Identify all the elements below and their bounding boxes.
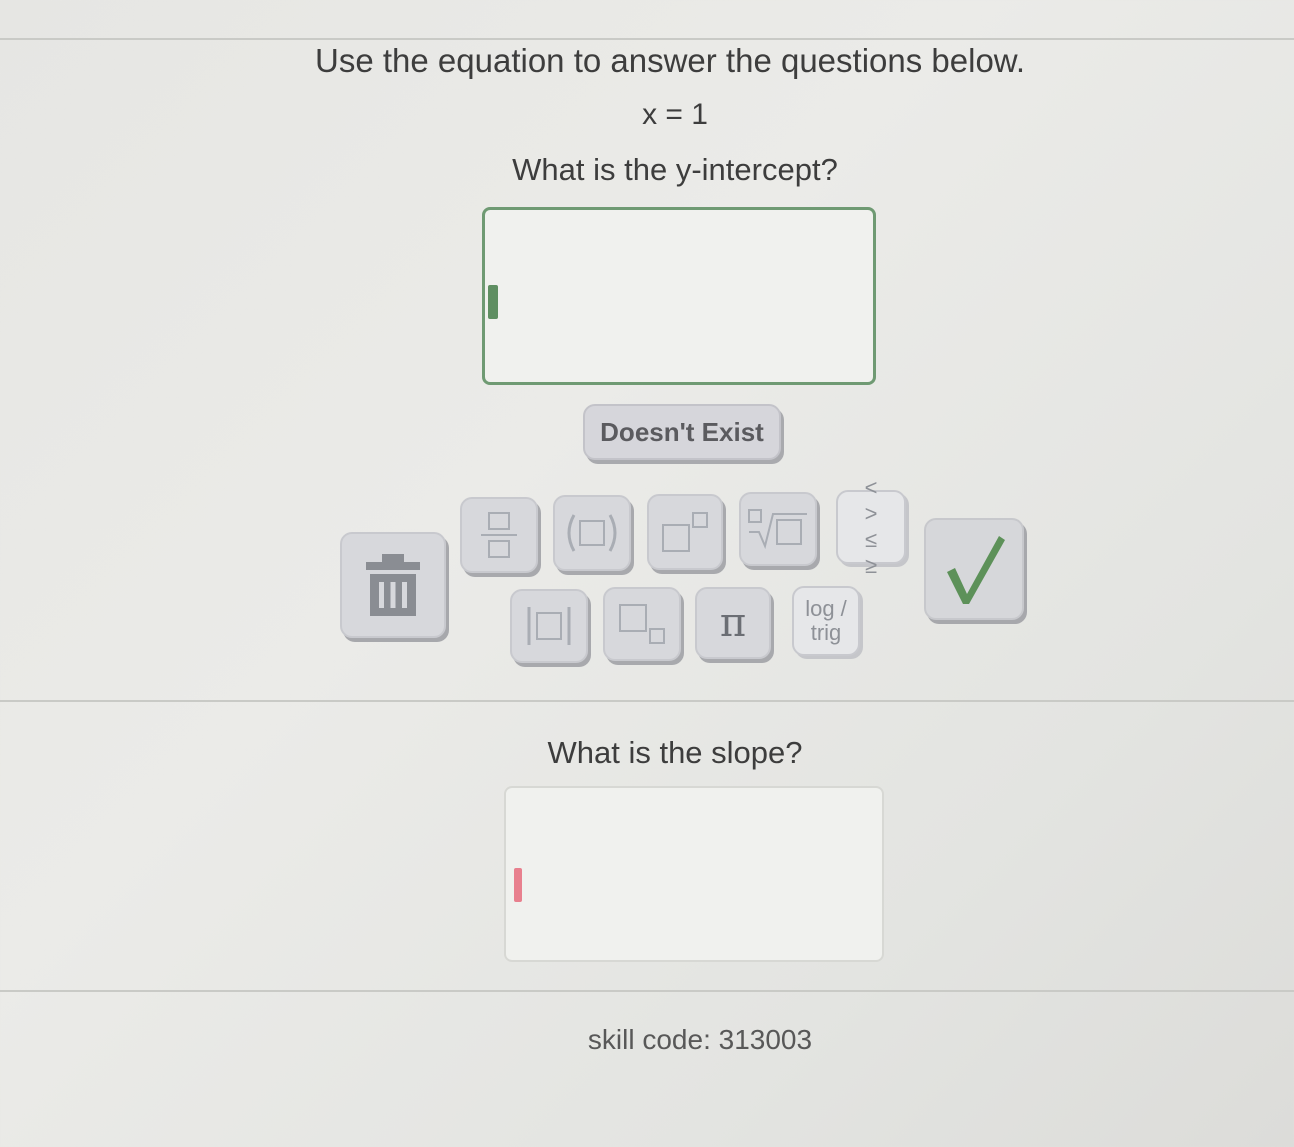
bottom-divider — [0, 990, 1294, 992]
exponent-icon — [662, 512, 708, 552]
checkmark-icon — [947, 536, 1005, 604]
trash-icon — [366, 554, 420, 616]
parentheses-key[interactable] — [553, 495, 631, 571]
equation: x = 1 — [642, 98, 708, 131]
inequality-key[interactable]: < > ≤ ≥ — [836, 475, 906, 578]
y-intercept-question: What is the y-intercept? — [512, 152, 838, 187]
delete-button[interactable] — [340, 532, 446, 638]
fraction-icon — [481, 512, 517, 558]
pi-icon: π — [719, 600, 747, 646]
skill-code: skill code: 313003 — [587, 1024, 813, 1055]
pi-key[interactable]: π — [695, 587, 771, 659]
fraction-key[interactable] — [460, 497, 538, 573]
absolute-value-icon — [527, 607, 571, 645]
section-divider — [0, 700, 1294, 702]
y-intercept-answer-field[interactable] — [482, 207, 876, 385]
nth-root-key[interactable] — [739, 492, 817, 566]
inequality-icon: < > ≤ ≥ — [864, 475, 892, 578]
subscript-key[interactable] — [603, 587, 681, 661]
instructions-text: Use the equation to answer the questions… — [315, 42, 1025, 79]
slope-question: What is the slope? — [547, 735, 803, 770]
absolute-value-key[interactable] — [510, 589, 588, 663]
log-trig-key[interactable]: log / trig — [792, 586, 860, 656]
text-cursor — [488, 285, 498, 319]
top-divider — [0, 38, 1294, 40]
text-cursor — [514, 868, 522, 902]
submit-button[interactable] — [924, 518, 1024, 620]
exponent-key[interactable] — [647, 494, 723, 570]
parentheses-icon — [567, 514, 617, 552]
nth-root-icon — [748, 509, 807, 550]
doesnt-exist-button[interactable]: Doesn't Exist — [583, 404, 781, 460]
log-trig-icon: log / trig — [805, 596, 847, 645]
slope-answer-field[interactable] — [504, 786, 884, 962]
subscript-icon — [619, 604, 665, 644]
